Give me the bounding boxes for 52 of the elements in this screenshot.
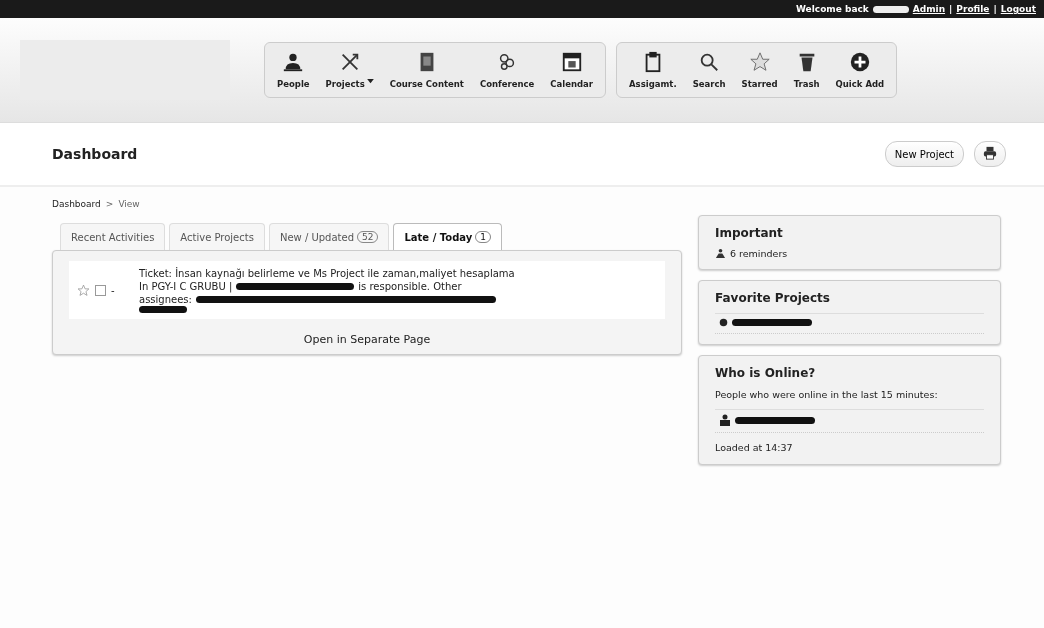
toolbar-button[interactable]: Calendar: [544, 51, 600, 89]
page-title: Dashboard: [52, 146, 138, 162]
printer-icon: [983, 146, 997, 160]
print-button[interactable]: [974, 141, 1006, 167]
new-project-button[interactable]: New Project: [884, 141, 964, 167]
toolbar-button[interactable]: Trash: [787, 51, 826, 89]
redaction-bar: [139, 306, 187, 313]
responsible-text: is responsible. Other: [358, 280, 462, 293]
card-title: Favorite Projects: [715, 291, 831, 305]
reminders-text: 6 reminders: [730, 248, 788, 259]
toolbar-button[interactable]: Conference: [473, 51, 541, 89]
project-icon: [719, 318, 728, 327]
toolbar-button[interactable]: Search: [686, 51, 732, 89]
separator: |: [949, 4, 953, 14]
calendar-icon: [560, 51, 583, 73]
open-page-link[interactable]: Open in Separate Page: [69, 333, 665, 346]
top-link[interactable]: Profile: [956, 4, 990, 14]
tab[interactable]: New / Updated 52: [268, 223, 390, 250]
breadcrumb-current: View: [118, 199, 140, 209]
ticket-title: Ticket: İnsan kaynağı belirleme ve Ms Project ile zaman,maliyet hesaplama: [139, 267, 516, 280]
card-title: Important: [715, 226, 784, 240]
star-icon[interactable]: [77, 283, 90, 297]
toolbar-button[interactable]: Assigamt.: [623, 51, 683, 89]
card-title: Who is Online?: [715, 366, 817, 380]
checkbox[interactable]: [95, 284, 106, 296]
dash: -: [111, 284, 115, 296]
breadcrumb-item[interactable]: Dashboard: [52, 199, 101, 209]
search-icon: [698, 51, 721, 73]
top-link[interactable]: Admin: [912, 4, 946, 14]
online-description: People who were online in the last 15 minutes:: [715, 388, 939, 401]
plus-icon: [848, 51, 871, 73]
tab[interactable]: Recent Activities: [60, 223, 166, 250]
user-icon: [719, 414, 731, 426]
toolbar-button[interactable]: Projects: [319, 51, 380, 89]
project-text: In PGY-I C GRUBU |: [139, 280, 233, 293]
people-icon: [282, 51, 305, 73]
breadcrumb-separator: >: [105, 199, 114, 209]
people-icon: [715, 248, 726, 259]
tab[interactable]: Late / Today 1: [393, 223, 502, 250]
toolbar-button[interactable]: Course Content: [383, 51, 470, 89]
welcome-text: Welcome back: [796, 4, 869, 14]
toolbar-button[interactable]: Starred: [735, 51, 784, 89]
tab[interactable]: Active Projects: [169, 223, 265, 250]
assignees-label: assignees:: [139, 293, 192, 306]
star-icon: [748, 51, 771, 73]
toolbar-button[interactable]: People: [271, 51, 316, 89]
caret-icon: [366, 79, 374, 84]
loaded-time: Loaded at 14:37: [715, 441, 794, 454]
top-link[interactable]: Logout: [1000, 4, 1036, 14]
redaction-bar: [872, 5, 909, 13]
toolbar-button[interactable]: Quick Add: [829, 51, 891, 89]
separator: |: [993, 4, 997, 14]
